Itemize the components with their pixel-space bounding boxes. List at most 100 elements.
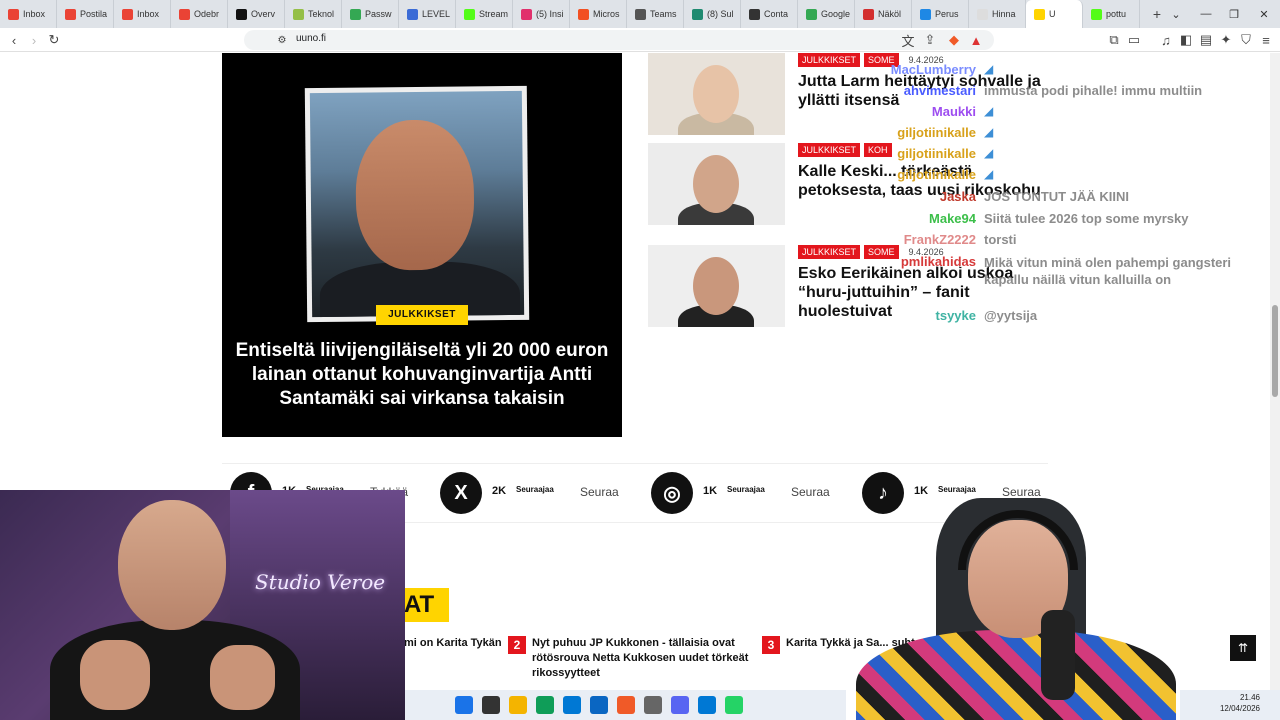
extensions-icon[interactable]: ⧉: [1106, 32, 1122, 48]
hero-title[interactable]: Entiseltä liivijengiläiseltä yli 20 000 …: [230, 339, 614, 411]
browser-tab[interactable]: Micros: [570, 0, 627, 28]
browser-tab[interactable]: Postila: [57, 0, 114, 28]
follower-count: 2K: [492, 485, 507, 497]
news-item[interactable]: JULKKIKSET KOH Kalle Keski... törkeästä …: [648, 143, 1068, 225]
news-item[interactable]: JULKKIKSET SOME 9.4.2026 Jutta Larm heit…: [648, 53, 1068, 135]
tab-favicon-icon: [8, 8, 19, 20]
follow-button[interactable]: Seuraa: [791, 485, 830, 499]
tab-label: Teams: [650, 9, 677, 19]
tab-label: Stream: [479, 9, 509, 19]
share-icon[interactable]: ⇪: [922, 32, 938, 48]
hero-article[interactable]: JULKKIKSET Entiseltä liivijengiläiseltä …: [222, 53, 622, 437]
tab-label: Odebr: [194, 9, 220, 19]
browser-tab[interactable]: (5) Insi: [513, 0, 570, 28]
sidebar-icon[interactable]: ▭: [1126, 32, 1142, 48]
whatsapp-icon[interactable]: [725, 696, 743, 714]
news-thumbnail: [648, 143, 785, 225]
x-icon[interactable]: X: [440, 472, 482, 514]
taskbar-clock[interactable]: 21.46 12/04/2026: [1200, 692, 1260, 714]
brave-icon[interactable]: [617, 696, 635, 714]
browser-tab[interactable]: pottu: [1083, 0, 1140, 28]
tab-favicon-icon: [578, 8, 589, 20]
menu-icon[interactable]: ≡: [1258, 32, 1274, 48]
category-badge[interactable]: JULKKIKSET: [798, 143, 861, 157]
vpn-icon[interactable]: ⛉: [1238, 32, 1254, 48]
browser-tab[interactable]: U: [1026, 0, 1083, 28]
tab-favicon-icon: [179, 8, 190, 20]
category-badge[interactable]: JULKKIKSET: [798, 53, 861, 67]
tab-favicon-icon: [407, 8, 418, 20]
brave-shields-icon[interactable]: ◆: [946, 32, 962, 48]
news-title[interactable]: Jutta Larm heittäytyi sohvalle ja yllätt…: [798, 72, 1048, 110]
instagram-icon[interactable]: ◎: [651, 472, 693, 514]
start-icon[interactable]: [455, 696, 473, 714]
tab-label: Inbox: [137, 9, 160, 19]
tab-label: Teknol: [308, 9, 335, 19]
discord-icon[interactable]: [671, 696, 689, 714]
news-title[interactable]: Esko Eerikäinen alkoi uskoa “huru-juttui…: [798, 264, 1048, 321]
page-scrollbar[interactable]: [1270, 53, 1280, 720]
reading-icon[interactable]: ◧: [1178, 32, 1194, 48]
tab-favicon-icon: [863, 8, 874, 20]
screen: Inbox Postila Inbox Odebr Overv Teknol Passw LE…: [0, 0, 1280, 720]
browser-tab[interactable]: Näköl: [855, 0, 912, 28]
tab-search-icon[interactable]: ⌄: [1162, 0, 1190, 28]
browser-tab[interactable]: Inbox: [0, 0, 57, 28]
news-thumbnail: [648, 53, 785, 135]
rewards-icon[interactable]: ▲: [968, 32, 984, 48]
news-item[interactable]: JULKKIKSET SOME 9.4.2026 Esko Eerikäinen…: [648, 245, 1068, 327]
tab-favicon-icon: [1034, 8, 1045, 20]
edge-icon[interactable]: [536, 696, 554, 714]
address-bar[interactable]: ⚙ uuno.fi: [244, 30, 994, 50]
category-badge[interactable]: KOH: [864, 143, 892, 157]
browser-tab[interactable]: Inbox: [114, 0, 171, 28]
reload-icon[interactable]: ↻: [46, 32, 62, 48]
hero-category-badge[interactable]: JULKKIKSET: [376, 305, 468, 325]
ai-icon[interactable]: ✦: [1218, 32, 1234, 48]
forward-icon[interactable]: ›: [26, 32, 42, 48]
browser-tab[interactable]: Google: [798, 0, 855, 28]
store-icon[interactable]: [563, 696, 581, 714]
scroll-thumb[interactable]: [1272, 305, 1278, 397]
explorer-icon[interactable]: [509, 696, 527, 714]
site-info-icon[interactable]: ⚙: [274, 32, 290, 48]
browser-tab[interactable]: Overv: [228, 0, 285, 28]
follow-button[interactable]: Seuraa: [580, 485, 619, 499]
category-badge[interactable]: SOME: [864, 53, 899, 67]
translate-icon[interactable]: 文: [900, 32, 916, 49]
tab-favicon-icon: [464, 8, 475, 20]
clock-date: 12/04/2026: [1219, 704, 1260, 713]
news-title[interactable]: Kalle Keski... törkeästä petoksesta, taa…: [798, 162, 1048, 200]
browser-tab[interactable]: Teams: [627, 0, 684, 28]
minimize-button[interactable]: —: [1192, 0, 1220, 28]
ranked-article-title[interactable]: Nyt puhuu JP Kukkonen - tällaisia ovat r…: [532, 636, 752, 681]
scroll-to-top-button[interactable]: ⇈: [1230, 635, 1256, 661]
tab-label: Overv: [251, 9, 276, 19]
tab-favicon-icon: [65, 8, 76, 20]
close-window-button[interactable]: ✕: [1250, 0, 1278, 28]
tab-favicon-icon: [977, 8, 988, 20]
browser-tab[interactable]: Teknol: [285, 0, 342, 28]
media-icon[interactable]: ♫: [1158, 32, 1174, 48]
back-icon[interactable]: ‹: [6, 32, 22, 48]
category-badge[interactable]: JULKKIKSET: [798, 245, 861, 259]
tab-favicon-icon: [350, 8, 361, 20]
task-view-icon[interactable]: [482, 696, 500, 714]
wallet-icon[interactable]: ▤: [1198, 32, 1214, 48]
webcam-left: Studio Veroe: [0, 490, 405, 720]
browser-tab[interactable]: Perus: [912, 0, 969, 28]
browser-tab[interactable]: LEVEL: [399, 0, 456, 28]
browser-tab[interactable]: Passw: [342, 0, 399, 28]
category-badge[interactable]: SOME: [864, 245, 899, 259]
app-icon[interactable]: [644, 696, 662, 714]
vscode-icon[interactable]: [698, 696, 716, 714]
tab-label: (8) Sul: [707, 9, 734, 19]
browser-tab[interactable]: Odebr: [171, 0, 228, 28]
browser-tab[interactable]: Hinna: [969, 0, 1026, 28]
browser-tab[interactable]: Conta: [741, 0, 798, 28]
browser-tab[interactable]: Stream: [456, 0, 513, 28]
app-icon[interactable]: [590, 696, 608, 714]
tab-favicon-icon: [806, 8, 817, 20]
maximize-button[interactable]: ❐: [1220, 0, 1248, 28]
browser-tab[interactable]: (8) Sul: [684, 0, 741, 28]
